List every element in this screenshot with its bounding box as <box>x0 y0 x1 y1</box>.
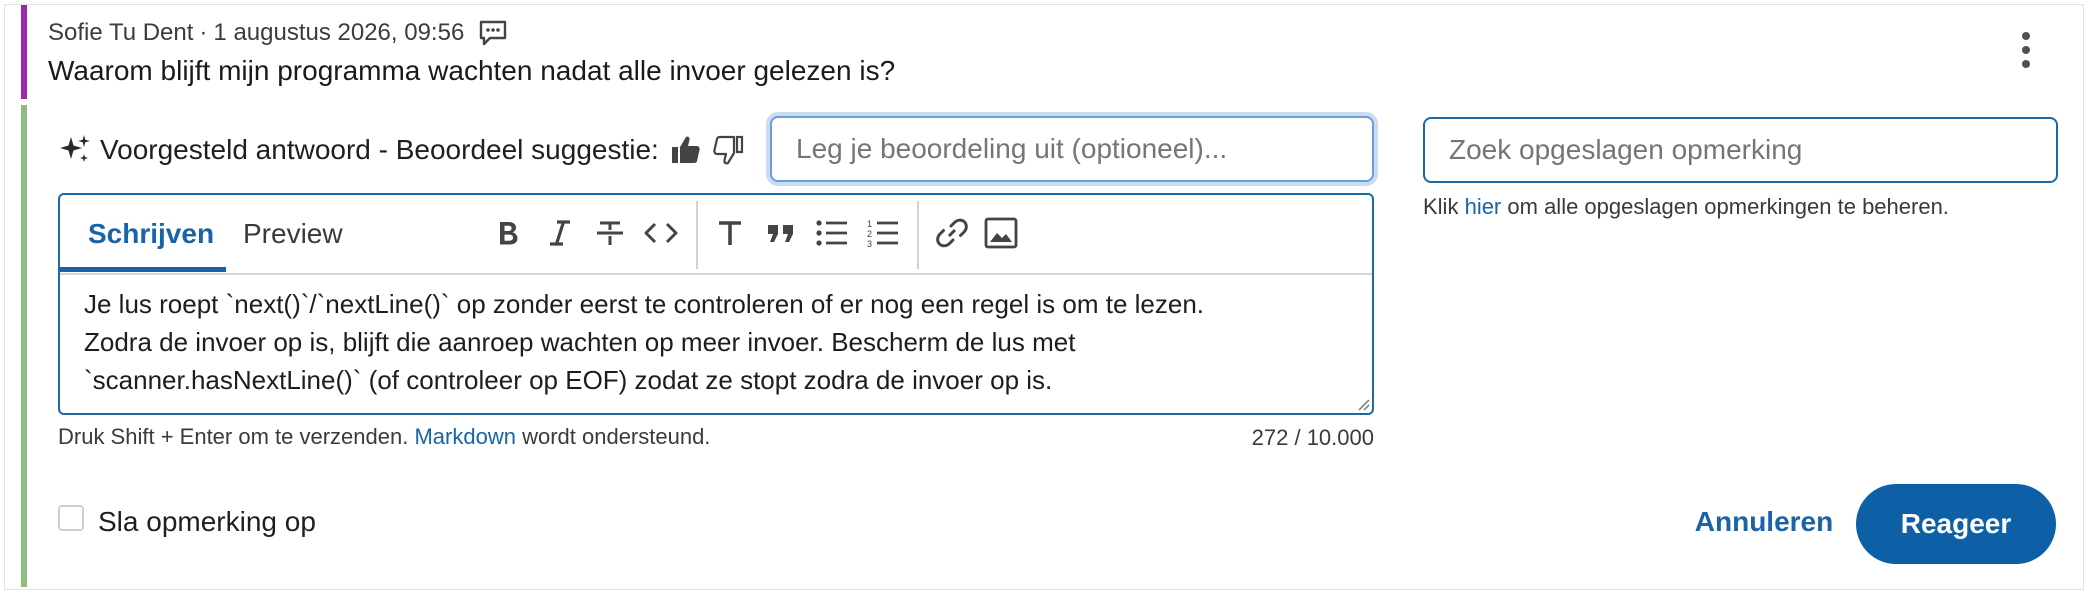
svg-text:2: 2 <box>867 229 872 239</box>
manage-saved-link[interactable]: hier <box>1465 194 1502 219</box>
saved-hint-suffix: om alle opgeslagen opmerkingen te behere… <box>1507 194 1949 219</box>
image-icon[interactable] <box>978 210 1024 256</box>
strikethrough-icon[interactable] <box>587 210 633 256</box>
saved-comment-search-input[interactable] <box>1423 117 2058 183</box>
question-accent-bar <box>21 5 27 99</box>
hint-text: Druk Shift + Enter om te verzenden. <box>58 424 409 449</box>
bulleted-list-icon[interactable] <box>809 210 855 256</box>
numbered-list-icon[interactable]: 123 <box>860 210 906 256</box>
toolbar-divider <box>696 201 698 269</box>
suggestion-label: Voorgesteld antwoord - Beoordeel suggest… <box>100 134 659 165</box>
svg-text:1: 1 <box>867 219 872 229</box>
save-comment-row: Sla opmerking op <box>58 505 316 538</box>
character-counter: 272 / 10.000 <box>1251 425 1374 450</box>
reply-editor: Schrijven Preview 123 Je lus roept `next… <box>58 193 1374 415</box>
save-comment-checkbox[interactable] <box>58 505 84 531</box>
resize-handle-icon[interactable] <box>1356 397 1370 411</box>
more-options-icon[interactable] <box>2012 28 2040 72</box>
tab-preview-label: Preview <box>243 218 343 249</box>
reply-button[interactable]: Reageer <box>1856 484 2056 564</box>
svg-text:3: 3 <box>867 239 872 249</box>
toolbar-divider <box>917 201 919 269</box>
thumbs-up-icon[interactable] <box>669 133 703 167</box>
tab-write[interactable]: Schrijven <box>88 195 214 273</box>
link-icon[interactable] <box>929 210 975 256</box>
tab-write-label: Schrijven <box>88 218 215 249</box>
tab-preview[interactable]: Preview <box>243 195 343 273</box>
heading-icon[interactable] <box>707 210 753 256</box>
quote-icon[interactable] <box>758 210 804 256</box>
comment-icon[interactable] <box>478 19 508 47</box>
meta-separator: · <box>199 19 208 46</box>
active-tab-indicator <box>60 267 226 272</box>
sparkle-icon <box>58 133 92 167</box>
code-icon[interactable] <box>638 210 684 256</box>
hint-suffix: wordt ondersteund. <box>522 424 711 449</box>
question-text: Waarom blijft mijn programma wachten nad… <box>48 55 896 86</box>
save-comment-label[interactable]: Sla opmerking op <box>98 506 316 538</box>
reply-textarea[interactable]: Je lus roept `next()`/`nextLine()` op zo… <box>84 285 1344 399</box>
answer-accent-bar <box>21 105 27 587</box>
thumbs-down-icon[interactable] <box>711 133 745 167</box>
suggestion-row: Voorgesteld antwoord - Beoordeel suggest… <box>58 128 745 172</box>
saved-hint-prefix: Klik <box>1423 194 1459 219</box>
italic-icon[interactable] <box>537 210 583 256</box>
cancel-button[interactable]: Annuleren <box>1686 497 1842 547</box>
question-timestamp: 1 augustus 2026, 09:56 <box>213 19 465 46</box>
editor-toolbar: Schrijven Preview 123 <box>60 195 1372 275</box>
question-meta: Sofie Tu Dent · 1 augustus 2026, 09:56 <box>48 19 508 47</box>
author-name: Sofie Tu Dent <box>48 19 194 46</box>
bold-icon[interactable] <box>485 210 531 256</box>
markdown-link[interactable]: Markdown <box>414 424 515 449</box>
editor-hint: Druk Shift + Enter om te verzenden. Mark… <box>58 424 710 450</box>
saved-comments-hint: Klik hier om alle opgeslagen opmerkingen… <box>1423 194 1949 220</box>
rating-explanation-input[interactable] <box>770 116 1374 182</box>
